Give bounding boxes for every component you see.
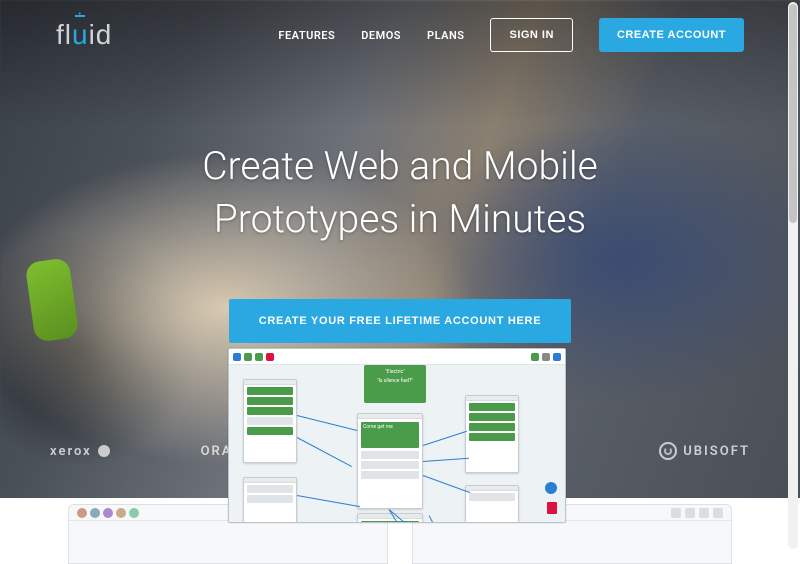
mockup-phone-6[interactable] [465, 485, 519, 523]
create-account-button[interactable]: CREATE ACCOUNT [599, 18, 744, 52]
mockup-phone-1[interactable] [243, 379, 297, 463]
annotation-card[interactable]: "Electric" "Is silence fuel?" [364, 365, 426, 403]
client-ubisoft: UBISOFT [659, 442, 750, 460]
avatar-icon [90, 508, 100, 518]
play-icon[interactable] [244, 353, 252, 361]
tool-icon[interactable] [671, 508, 681, 518]
editor-toolbar [229, 349, 565, 365]
delete-icon[interactable] [547, 502, 557, 514]
nav-demos[interactable]: DEMOS [361, 29, 401, 42]
stop-icon[interactable] [266, 353, 274, 361]
mockup-phone-4[interactable] [243, 477, 297, 523]
editor-preview: "Electric" "Is silence fuel?" Come get m… [228, 348, 566, 523]
expand-icon[interactable] [233, 353, 241, 361]
client-xerox: xerox [50, 444, 110, 459]
nav-features[interactable]: FEATURES [278, 29, 335, 42]
tool-icon[interactable] [699, 508, 709, 518]
avatar-icon [103, 508, 113, 518]
hero-cta-button[interactable]: CREATE YOUR FREE LIFETIME ACCOUNT HERE [229, 299, 571, 343]
hero-title: Create Web and Mobile Prototypes in Minu… [0, 140, 800, 245]
share-icon[interactable] [553, 353, 561, 361]
avatar-icon [116, 508, 126, 518]
header: fluid FEATURES DEMOS PLANS SIGN IN CREAT… [0, 0, 800, 52]
main-nav: FEATURES DEMOS PLANS SIGN IN CREATE ACCO… [278, 18, 744, 52]
link-wire [423, 475, 470, 493]
nav-plans[interactable]: PLANS [427, 29, 464, 42]
tool-icon[interactable] [713, 508, 723, 518]
link-wire [423, 458, 469, 462]
node-dot-icon[interactable] [545, 482, 557, 494]
tool-icon[interactable] [685, 508, 695, 518]
mockup-phone-3[interactable] [465, 395, 519, 473]
link-wire [297, 437, 352, 467]
link-wire [297, 415, 357, 431]
hero-content: Create Web and Mobile Prototypes in Minu… [0, 52, 800, 343]
plus-icon[interactable] [255, 353, 263, 361]
mockup-phone-5[interactable] [357, 513, 423, 523]
brand-logo[interactable]: fluid [56, 19, 112, 51]
grid-icon[interactable] [531, 353, 539, 361]
settings-icon[interactable] [542, 353, 550, 361]
avatar-icon [129, 508, 139, 518]
hero-title-line2: Prototypes in Minutes [214, 196, 586, 242]
mockup-phone-2[interactable]: Come get me [357, 413, 423, 509]
circle-icon [98, 445, 110, 457]
sign-in-button[interactable]: SIGN IN [490, 18, 572, 52]
editor-canvas[interactable]: "Electric" "Is silence fuel?" Come get m… [229, 365, 565, 522]
hero-title-line1: Create Web and Mobile [202, 143, 598, 189]
spiral-icon [659, 442, 677, 460]
avatar-icon [77, 508, 87, 518]
link-wire [423, 431, 467, 446]
link-wire [297, 495, 360, 507]
